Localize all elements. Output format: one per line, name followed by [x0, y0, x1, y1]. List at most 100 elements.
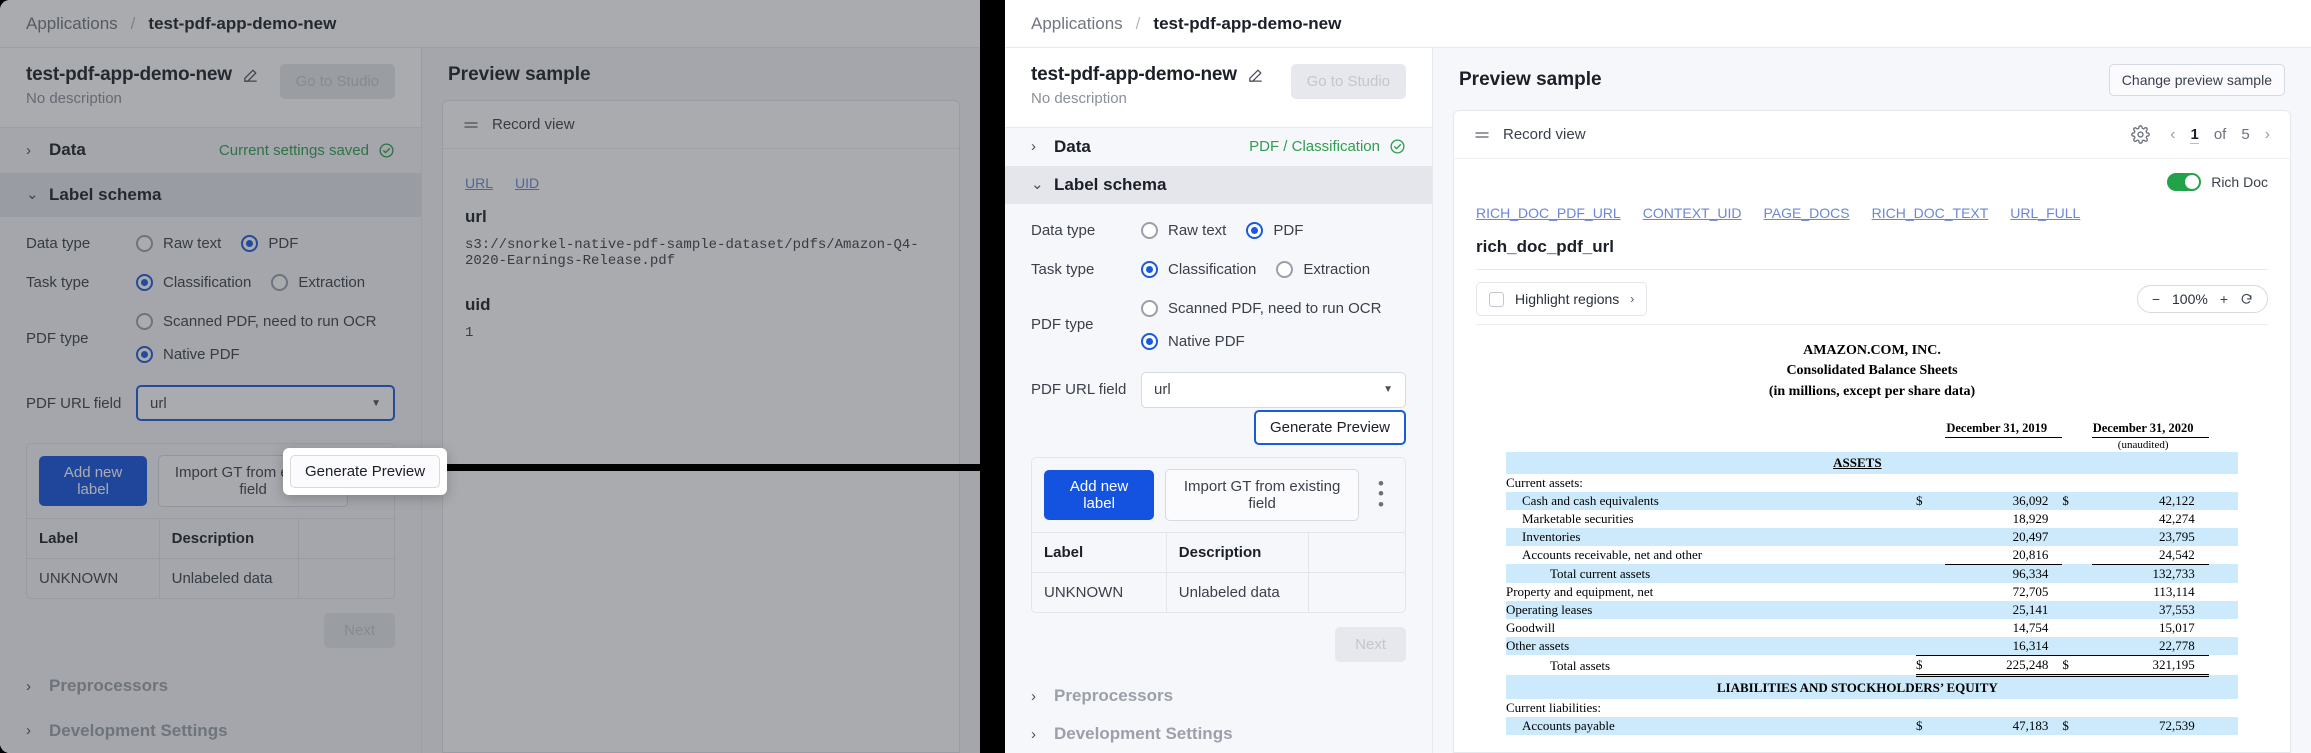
radio-data-type-raw-text[interactable]: Raw text — [136, 235, 221, 252]
highlight-regions-control[interactable]: Highlight regions › — [1476, 282, 1648, 316]
pdf-type-label: PDF type — [1031, 316, 1094, 333]
generate-preview-tooltip-text[interactable]: Generate Preview — [290, 455, 441, 488]
chevron-right-icon: › — [1031, 725, 1036, 743]
radio-data-type-pdf[interactable]: PDF — [1246, 221, 1303, 239]
pdf-url-field-label: PDF URL field — [26, 394, 122, 412]
zoom-level: 100% — [2172, 291, 2208, 307]
data-status-text: Current settings saved — [218, 141, 369, 159]
radio-label: PDF — [268, 235, 299, 252]
panel-gutter — [980, 0, 1005, 753]
config-column: test-pdf-app-demo-new No description Go … — [0, 48, 422, 753]
change-preview-sample-button[interactable]: Change preview sample — [2108, 64, 2285, 96]
field-tab-url-full[interactable]: URL_FULL — [2010, 205, 2080, 221]
field-tab-rich-doc-pdf-url[interactable]: RICH_DOC_PDF_URL — [1476, 205, 1621, 221]
field-tab-uid[interactable]: UID — [515, 175, 539, 191]
zoom-out-button[interactable]: − — [2152, 291, 2160, 307]
import-gt-button[interactable]: Import GT from existing field — [1165, 468, 1360, 521]
table-row: Total current assets 96,334 132,733 — [1506, 564, 2238, 583]
checkbox-icon[interactable] — [1489, 291, 1504, 307]
section-data[interactable]: › Data Current settings saved — [0, 128, 421, 173]
pdf-statement-name: Consolidated Balance Sheets — [1786, 363, 1958, 379]
row-label: Total current assets — [1506, 564, 1916, 583]
rich-doc-toggle-label: Rich Doc — [2211, 174, 2268, 190]
pdf-url-field-select[interactable]: url ▼ — [1141, 371, 1406, 408]
breadcrumb: Applications / test-pdf-app-demo-new — [0, 0, 980, 48]
radio-label: Classification — [163, 274, 252, 291]
radio-task-type-classification[interactable]: Classification — [1141, 260, 1256, 278]
data-type-label: Data type — [26, 235, 91, 252]
radio-data-type-raw-text[interactable]: Raw text — [1141, 221, 1226, 239]
radio-circle-icon — [271, 274, 289, 291]
row-label: Accounts receivable, net and other — [1522, 547, 1703, 563]
radio-pdf-type-scanned[interactable]: Scanned PDF, need to run OCR — [136, 313, 376, 330]
radio-pdf-type-native[interactable]: Native PDF — [136, 346, 240, 363]
record-view-left[interactable]: Record view — [463, 116, 575, 133]
next-button[interactable]: Next — [1335, 626, 1406, 662]
record-view-left[interactable]: Record view — [1474, 126, 1586, 143]
section-development-settings[interactable]: › Development Settings — [1005, 715, 1432, 753]
table-row: Property and equipment, net 72,705 113,1… — [1506, 583, 2238, 601]
radio-task-type-classification[interactable]: Classification — [136, 274, 251, 291]
radio-label: Raw text — [163, 235, 222, 252]
table-row: Cash and cash equivalents $ 36,092 $ 42,… — [1506, 491, 2238, 510]
chevron-right-icon: › — [26, 722, 31, 740]
row-label: Goodwill — [1506, 619, 1556, 635]
app-description: No description — [26, 90, 122, 107]
breadcrumb-root[interactable]: Applications — [1031, 14, 1123, 34]
field-tab-context-uid[interactable]: CONTEXT_UID — [1643, 205, 1742, 221]
kebab-menu-icon[interactable]: ••• — [1370, 475, 1393, 513]
section-label-schema[interactable]: ⌄ Label schema — [0, 172, 421, 217]
field-tab-page-docs[interactable]: PAGE_DOCS — [1764, 205, 1850, 221]
radio-task-type-extraction[interactable]: Extraction — [1276, 260, 1370, 278]
preview-header: Preview sample Change preview sample — [1433, 48, 2311, 110]
add-new-label-button[interactable]: Add new label — [1044, 469, 1155, 520]
gear-icon[interactable] — [2131, 125, 2150, 144]
pdf-url-field-select[interactable]: url ▼ — [136, 385, 395, 421]
table-row: Total assets $ 225,248 $ 321,195 — [1506, 654, 2238, 677]
pager-prev-button[interactable]: ‹ — [2170, 126, 2175, 144]
section-data[interactable]: › Data PDF / Classification — [1005, 128, 1432, 166]
section-development-settings-label: Development Settings — [49, 720, 228, 740]
pdf-type-radio-group: Scanned PDF, need to run OCR Native PDF — [1141, 299, 1381, 350]
field-tab-url[interactable]: URL — [465, 175, 493, 191]
table-row: Marketable securities 18,929 42,274 — [1506, 510, 2238, 528]
radio-pdf-type-scanned[interactable]: Scanned PDF, need to run OCR — [1141, 299, 1381, 317]
radio-data-type-pdf[interactable]: PDF — [241, 235, 298, 252]
next-button[interactable]: Next — [324, 613, 395, 648]
row-value-2020: 42,122 — [2091, 491, 2209, 510]
pencil-icon[interactable] — [242, 67, 259, 84]
field-name-url: url — [465, 207, 487, 226]
reset-icon[interactable] — [2240, 293, 2253, 306]
breadcrumb-separator: / — [1135, 13, 1141, 33]
field-tab-rich-doc-text[interactable]: RICH_DOC_TEXT — [1872, 205, 1989, 221]
preview-column-before: Preview sample Record view URL UID url s… — [422, 48, 980, 753]
column-header-description: Description — [1166, 531, 1309, 572]
pdf-company-name: AMAZON.COM, INC. — [1803, 343, 1941, 358]
field-value-uid: 1 — [465, 325, 474, 341]
task-type-label: Task type — [1031, 260, 1095, 278]
breadcrumb-separator: / — [130, 13, 136, 33]
breadcrumb-root[interactable]: Applications — [26, 14, 118, 34]
zoom-control: − 100% + — [2136, 285, 2268, 313]
radio-pdf-type-native[interactable]: Native PDF — [1141, 332, 1245, 350]
check-circle-icon — [378, 142, 395, 159]
field-value-url: s3://snorkel-native-pdf-sample-dataset/p… — [465, 237, 919, 269]
section-label-schema[interactable]: ⌄ Label schema — [1005, 165, 1432, 204]
generate-preview-button[interactable]: Generate Preview — [1253, 409, 1406, 445]
rich-doc-toggle[interactable] — [2167, 173, 2202, 191]
add-new-label-button[interactable]: Add new label — [39, 456, 148, 506]
go-to-studio-button[interactable]: Go to Studio — [1290, 64, 1406, 99]
pencil-icon[interactable] — [1247, 67, 1264, 84]
section-development-settings[interactable]: › Development Settings — [0, 709, 421, 753]
go-to-studio-button[interactable]: Go to Studio — [279, 64, 395, 99]
preview-card: Record view ‹ 1 of 5 › Rich Doc RICH_DOC… — [1453, 110, 2291, 753]
next-row: Next — [26, 599, 395, 654]
section-preprocessors[interactable]: › Preprocessors — [1005, 678, 1432, 716]
radio-circle-icon — [136, 235, 153, 252]
section-preprocessors[interactable]: › Preprocessors — [0, 664, 421, 709]
radio-task-type-extraction[interactable]: Extraction — [271, 274, 365, 291]
screenshot-stage: Applications / test-pdf-app-demo-new tes… — [0, 0, 2311, 753]
pager-next-button[interactable]: › — [2265, 126, 2270, 144]
table-header-row: Label Description — [27, 518, 394, 559]
zoom-in-button[interactable]: + — [2220, 291, 2228, 307]
